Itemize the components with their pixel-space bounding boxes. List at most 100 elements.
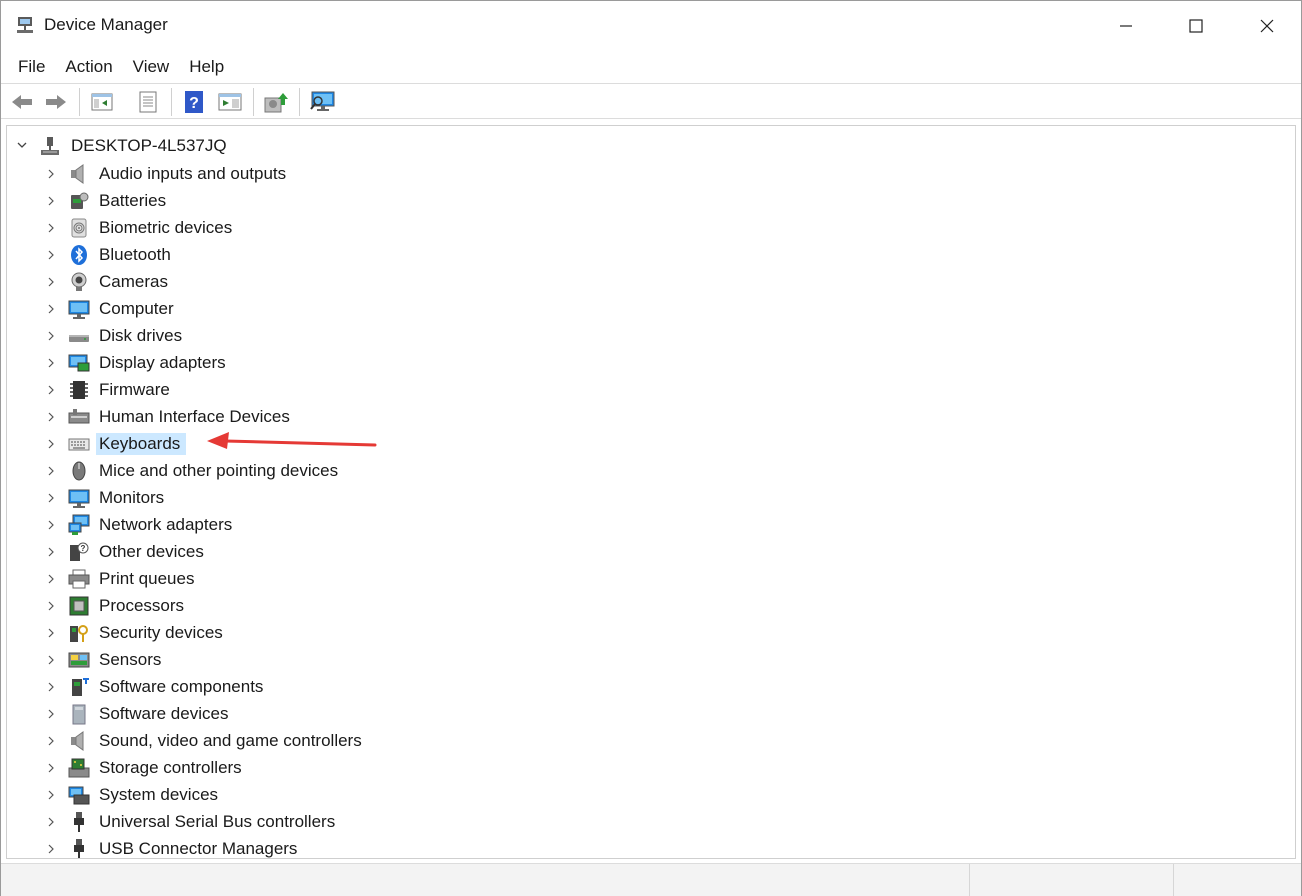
tree-item-row[interactable]: Disk drives xyxy=(7,322,1295,349)
usb-icon xyxy=(68,811,90,833)
chevron-right-icon[interactable] xyxy=(45,654,57,666)
svg-text:?: ? xyxy=(189,95,199,112)
tree-item-label: Software components xyxy=(99,676,263,698)
toolbar-separator xyxy=(299,88,300,116)
chevron-right-icon[interactable] xyxy=(45,438,57,450)
tree-item-label: Batteries xyxy=(99,190,166,212)
tree-item-row[interactable]: Universal Serial Bus controllers xyxy=(7,808,1295,835)
tree-item-label: Sensors xyxy=(99,649,161,671)
tree-item-row[interactable]: Computer xyxy=(7,295,1295,322)
properties-icon xyxy=(137,91,159,113)
properties-button[interactable] xyxy=(135,89,161,115)
close-button[interactable] xyxy=(1232,1,1302,51)
chevron-right-icon[interactable] xyxy=(45,519,57,531)
scan-hardware-button[interactable] xyxy=(309,89,335,115)
maximize-button[interactable] xyxy=(1161,1,1231,51)
tree-item-row[interactable]: Print queues xyxy=(7,565,1295,592)
help-button[interactable]: ? xyxy=(181,89,207,115)
tree-item-label: Monitors xyxy=(99,487,164,509)
computer-root-icon xyxy=(39,135,61,157)
tree-item-row[interactable]: Batteries xyxy=(7,187,1295,214)
minimize-button[interactable] xyxy=(1091,1,1161,51)
chevron-right-icon[interactable] xyxy=(45,384,57,396)
tree-item-row[interactable]: Software components xyxy=(7,673,1295,700)
close-icon xyxy=(1260,19,1274,33)
chevron-right-icon[interactable] xyxy=(45,573,57,585)
tree-item-row[interactable]: Cameras xyxy=(7,268,1295,295)
forward-button[interactable] xyxy=(43,89,69,115)
chevron-right-icon[interactable] xyxy=(45,843,57,855)
tree-item-row[interactable]: Sensors xyxy=(7,646,1295,673)
chevron-right-icon[interactable] xyxy=(45,222,57,234)
chevron-right-icon[interactable] xyxy=(45,546,57,558)
back-icon xyxy=(10,92,34,112)
tree-item-label: Mice and other pointing devices xyxy=(99,460,338,482)
chevron-right-icon[interactable] xyxy=(45,492,57,504)
chevron-right-icon[interactable] xyxy=(45,789,57,801)
chevron-right-icon[interactable] xyxy=(45,276,57,288)
tree-item-label: Print queues xyxy=(99,568,194,590)
chevron-right-icon[interactable] xyxy=(45,303,57,315)
battery-icon xyxy=(68,190,90,212)
tree-item-row[interactable]: Human Interface Devices xyxy=(7,403,1295,430)
show-hide-console-tree-icon xyxy=(91,92,113,112)
tree-item-row[interactable]: Display adapters xyxy=(7,349,1295,376)
tree-item-label: Universal Serial Bus controllers xyxy=(99,811,335,833)
tree-item-row[interactable]: Mice and other pointing devices xyxy=(7,457,1295,484)
menu-file[interactable]: File xyxy=(8,53,55,81)
menu-help[interactable]: Help xyxy=(179,53,234,81)
tree-item-row[interactable]: USB Connector Managers xyxy=(7,835,1295,859)
tree-item-row[interactable]: Software devices xyxy=(7,700,1295,727)
tree-item-row[interactable]: Network adapters xyxy=(7,511,1295,538)
status-divider xyxy=(1173,864,1174,896)
tree-item-row[interactable]: Firmware xyxy=(7,376,1295,403)
minimize-icon xyxy=(1119,19,1133,33)
forward-icon xyxy=(44,92,68,112)
tree-item-row[interactable]: Biometric devices xyxy=(7,214,1295,241)
tree-item-row[interactable]: Processors xyxy=(7,592,1295,619)
hid-icon xyxy=(68,406,90,428)
chevron-right-icon[interactable] xyxy=(45,681,57,693)
chevron-right-icon[interactable] xyxy=(45,195,57,207)
show-hide-console-tree-button[interactable] xyxy=(89,89,115,115)
toolbar: ? xyxy=(1,83,1301,119)
tree-item-row[interactable]: Monitors xyxy=(7,484,1295,511)
tree-item-row[interactable]: Security devices xyxy=(7,619,1295,646)
tree-item-row[interactable]: Bluetooth xyxy=(7,241,1295,268)
tree-item-row[interactable]: Audio inputs and outputs xyxy=(7,160,1295,187)
chevron-right-icon[interactable] xyxy=(45,357,57,369)
chevron-right-icon[interactable] xyxy=(45,708,57,720)
device-tree[interactable]: DESKTOP-4L537JQ Audio inputs and outputs… xyxy=(6,125,1296,859)
chevron-right-icon[interactable] xyxy=(45,816,57,828)
tree-root-row[interactable]: DESKTOP-4L537JQ xyxy=(7,133,1295,160)
chevron-right-icon[interactable] xyxy=(45,411,57,423)
svg-text:?: ? xyxy=(81,544,86,553)
action-pane-button[interactable] xyxy=(217,89,243,115)
other-devices-icon: ? xyxy=(68,541,90,563)
chevron-right-icon[interactable] xyxy=(45,465,57,477)
tree-item-label: Network adapters xyxy=(99,514,232,536)
audio-icon xyxy=(68,163,90,185)
tree-item-row[interactable]: System devices xyxy=(7,781,1295,808)
back-button[interactable] xyxy=(9,89,35,115)
tree-root-label: DESKTOP-4L537JQ xyxy=(71,135,227,157)
chevron-right-icon[interactable] xyxy=(45,249,57,261)
chevron-right-icon[interactable] xyxy=(45,600,57,612)
chevron-right-icon[interactable] xyxy=(45,735,57,747)
menu-action[interactable]: Action xyxy=(55,53,122,81)
software-device-icon xyxy=(68,703,90,725)
chevron-down-icon[interactable] xyxy=(16,139,28,151)
update-driver-button[interactable] xyxy=(263,89,289,115)
storage-controller-icon xyxy=(68,757,90,779)
computer-icon xyxy=(68,298,90,320)
chevron-right-icon[interactable] xyxy=(45,330,57,342)
status-divider xyxy=(969,864,970,896)
tree-item-row[interactable]: ?Other devices xyxy=(7,538,1295,565)
chevron-right-icon[interactable] xyxy=(45,168,57,180)
menu-view[interactable]: View xyxy=(123,53,180,81)
tree-item-row[interactable]: Sound, video and game controllers xyxy=(7,727,1295,754)
monitor-icon xyxy=(68,487,90,509)
tree-item-row[interactable]: Storage controllers xyxy=(7,754,1295,781)
chevron-right-icon[interactable] xyxy=(45,762,57,774)
chevron-right-icon[interactable] xyxy=(45,627,57,639)
